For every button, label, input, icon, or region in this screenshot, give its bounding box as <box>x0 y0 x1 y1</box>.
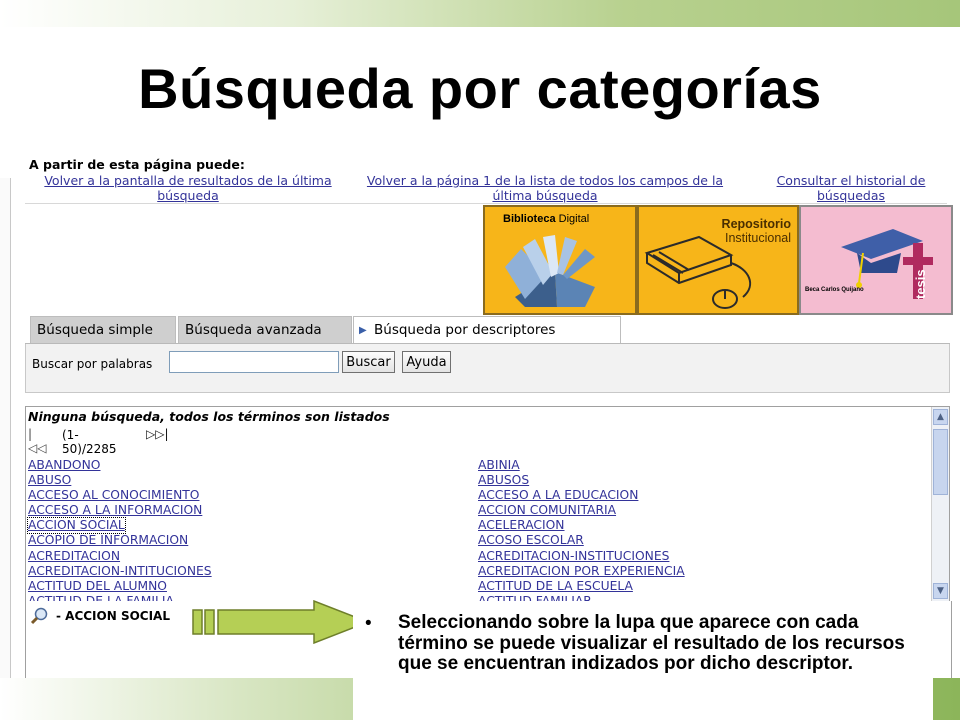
tesis-label: tesis <box>913 269 928 299</box>
first-page-icon[interactable]: |◁◁ <box>28 427 46 455</box>
descriptor-column-2: ABINIA ABUSOS ACCESO A LA EDUCACION ACCI… <box>478 458 685 601</box>
descriptor-link[interactable]: ABUSO <box>28 473 212 488</box>
descriptor-link[interactable]: ACCESO A LA INFORMACION <box>28 503 212 518</box>
callout-box: • Seleccionando sobre la lupa que aparec… <box>353 612 933 720</box>
scroll-thumb[interactable] <box>933 429 948 495</box>
link-search-history[interactable]: Consultar el historial de búsquedas <box>761 173 941 203</box>
search-label: Buscar por palabras <box>32 357 153 371</box>
descriptor-column-1: ABANDONO ABUSO ACCESO AL CONOCIMIENTO AC… <box>27 458 212 601</box>
descriptor-link[interactable]: ACOSO ESCOLAR <box>478 533 685 548</box>
tab-arrow-icon: ▶ <box>359 325 367 336</box>
nav-heading: A partir de esta página puede: <box>29 157 245 172</box>
tab-busqueda-descriptores-label: Búsqueda por descriptores <box>374 322 556 338</box>
tesis-banner[interactable]: tesis Beca Carlos Quijano <box>799 205 953 315</box>
tab-busqueda-descriptores[interactable]: ▶ Búsqueda por descriptores <box>353 316 621 345</box>
biblioteca-label: Biblioteca <box>503 213 556 225</box>
bullet-icon: • <box>365 613 372 634</box>
callout-text: Seleccionando sobre la lupa que aparece … <box>398 612 905 674</box>
biblioteca-digital-banner[interactable]: Biblioteca Digital <box>483 205 637 315</box>
descriptor-link[interactable]: ACCION COMUNITARIA <box>478 503 685 518</box>
tab-busqueda-simple[interactable]: Búsqueda simple <box>30 316 176 344</box>
descriptor-link[interactable]: ACCESO AL CONOCIMIENTO <box>28 488 212 503</box>
descriptor-link[interactable]: ACTITUD DE LA ESCUELA <box>478 579 685 594</box>
nav-options: A partir de esta página puede: Volver a … <box>25 155 947 204</box>
repositorio-institucional-banner[interactable]: Repositorio Institucional <box>637 205 799 315</box>
results-scrollbar[interactable]: ▲ ▼ <box>931 407 949 601</box>
descriptor-link[interactable]: ACREDITACION-INTITUCIONES <box>28 564 212 579</box>
next-page-icon[interactable]: ▷▷| <box>146 427 169 441</box>
link-back-to-page-1[interactable]: Volver a la página 1 de la lista de todo… <box>351 173 739 203</box>
tab-busqueda-avanzada[interactable]: Búsqueda avanzada <box>178 316 352 344</box>
detail-term: - ACCION SOCIAL <box>56 609 170 623</box>
descriptor-link[interactable]: ACOPIO DE INFORMACION <box>28 533 212 548</box>
scroll-up-icon[interactable]: ▲ <box>933 409 948 425</box>
open-book-icon <box>505 235 595 307</box>
results-heading: Ninguna búsqueda, todos los términos son… <box>28 409 390 424</box>
descriptor-link[interactable]: ACREDITACION-INSTITUCIONES <box>478 549 685 564</box>
descriptor-link-selected[interactable]: ACCION SOCIAL <box>27 517 126 535</box>
ayuda-button[interactable]: Ayuda <box>402 351 451 373</box>
graduation-cap-icon <box>841 229 933 299</box>
digital-label: Digital <box>558 213 590 225</box>
beca-label: Beca Carlos Quijano <box>805 287 864 293</box>
search-input[interactable] <box>169 351 339 373</box>
descriptor-link[interactable]: ACREDITACION POR EXPERIENCIA <box>478 564 685 579</box>
top-decor-bar <box>0 0 960 27</box>
descriptor-link[interactable]: ACREDITACION <box>28 549 212 564</box>
books-mouse-icon <box>644 235 752 309</box>
results-panel: Ninguna búsqueda, todos los términos son… <box>25 406 950 602</box>
link-back-to-results[interactable]: Volver a la pantalla de resultados de la… <box>29 173 347 203</box>
search-panel: Buscar por palabras Buscar Ayuda <box>25 344 950 393</box>
magnifier-icon[interactable] <box>30 607 50 625</box>
descriptor-link[interactable]: ABINIA <box>478 458 685 473</box>
scroll-down-icon[interactable]: ▼ <box>933 583 948 599</box>
results-range: (1-50)/2285 <box>62 428 117 456</box>
left-frame-edge <box>0 178 11 678</box>
slide-title: Búsqueda por categorías <box>138 57 822 120</box>
descriptor-link[interactable]: ACTITUD DEL ALUMNO <box>28 579 212 594</box>
descriptor-link[interactable]: ABANDONO <box>28 458 212 473</box>
descriptor-link[interactable]: ACCESO A LA EDUCACION <box>478 488 685 503</box>
descriptor-link[interactable]: ACELERACION <box>478 518 685 533</box>
buscar-button[interactable]: Buscar <box>342 351 395 373</box>
descriptor-link[interactable]: ABUSOS <box>478 473 685 488</box>
annotation-arrow-icon <box>192 600 371 644</box>
